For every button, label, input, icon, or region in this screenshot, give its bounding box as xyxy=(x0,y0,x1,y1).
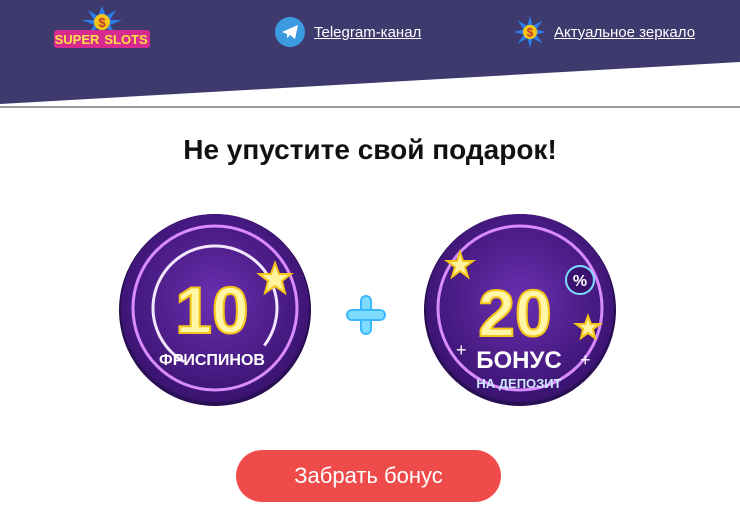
telegram-icon xyxy=(274,16,306,48)
mirror-link-label: Актуальное зеркало xyxy=(554,23,696,41)
sparkle-plus-left: + xyxy=(456,340,467,360)
site-logo[interactable]: $ SUPER SLOTS xyxy=(52,4,152,52)
bonus-caption: БОНУС xyxy=(476,347,562,374)
bonus-percent: % xyxy=(573,273,587,290)
deposit-bonus-badge: 20 % БОНУС НА ДЕПОЗИТ + + xyxy=(424,214,616,406)
sparkle-plus-right: + xyxy=(580,350,591,370)
page-title: Не упустите свой подарок! xyxy=(183,134,557,165)
dollar-star-icon: $ xyxy=(514,16,546,48)
plus-icon xyxy=(346,295,386,335)
header: $ SUPER SLOTS Telegram-канал $ Актуально… xyxy=(0,0,740,110)
logo-text-slots: SLOTS xyxy=(104,32,148,47)
svg-text:$: $ xyxy=(98,15,106,30)
freespins-caption: ФРИСПИНОВ xyxy=(159,352,265,369)
bonus-number: 20 xyxy=(478,276,551,350)
svg-text:$: $ xyxy=(527,27,534,39)
freespins-badge: 10 ФРИСПИНОВ xyxy=(119,214,311,406)
bonus-subcaption: НА ДЕПОЗИТ xyxy=(476,376,561,391)
telegram-link[interactable]: Telegram-канал xyxy=(274,15,421,49)
mirror-link[interactable]: $ Актуальное зеркало xyxy=(514,15,695,49)
claim-bonus-button[interactable]: Забрать бонус xyxy=(236,450,501,502)
freespins-number: 10 xyxy=(175,273,248,347)
telegram-link-label: Telegram-канал xyxy=(314,23,422,41)
logo-text-super: SUPER xyxy=(55,32,100,47)
